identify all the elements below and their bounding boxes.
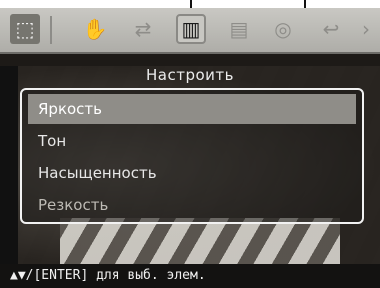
toolbar-separator xyxy=(50,16,52,44)
lcd-screen: ⬚ ✋ ⇄ ▥ ▤ ◎ ↩ › Настроить Яркость Тон На… xyxy=(0,8,380,288)
adjust-menu: Яркость Тон Насыщенность Резкость xyxy=(20,88,364,224)
menu-item-brightness[interactable]: Яркость xyxy=(28,94,356,124)
frame-icon[interactable]: ▤ xyxy=(226,16,252,42)
photo-edge xyxy=(0,66,18,266)
status-hint: ▲▼/[ENTER] для выб. элем. xyxy=(0,264,380,288)
toolbar: ⬚ ✋ ⇄ ▥ ▤ ◎ ↩ › xyxy=(0,8,380,54)
menu-item-sharpness[interactable]: Резкость xyxy=(28,190,356,220)
edit-select-icon[interactable]: ⬚ xyxy=(10,14,40,44)
rotate-icon[interactable]: ⇄ xyxy=(130,16,156,42)
menu-item-tone[interactable]: Тон xyxy=(28,126,356,156)
adjust-icon[interactable]: ▥ xyxy=(176,14,206,44)
menu-item-saturation[interactable]: Насыщенность xyxy=(28,158,356,188)
hand-icon[interactable]: ✋ xyxy=(82,16,108,42)
next-icon[interactable]: › xyxy=(356,16,376,42)
menu-title: Настроить xyxy=(146,66,234,84)
undo-icon[interactable]: ↩ xyxy=(318,16,344,42)
photo-stripes xyxy=(60,218,340,266)
redeye-icon[interactable]: ◎ xyxy=(270,16,296,42)
